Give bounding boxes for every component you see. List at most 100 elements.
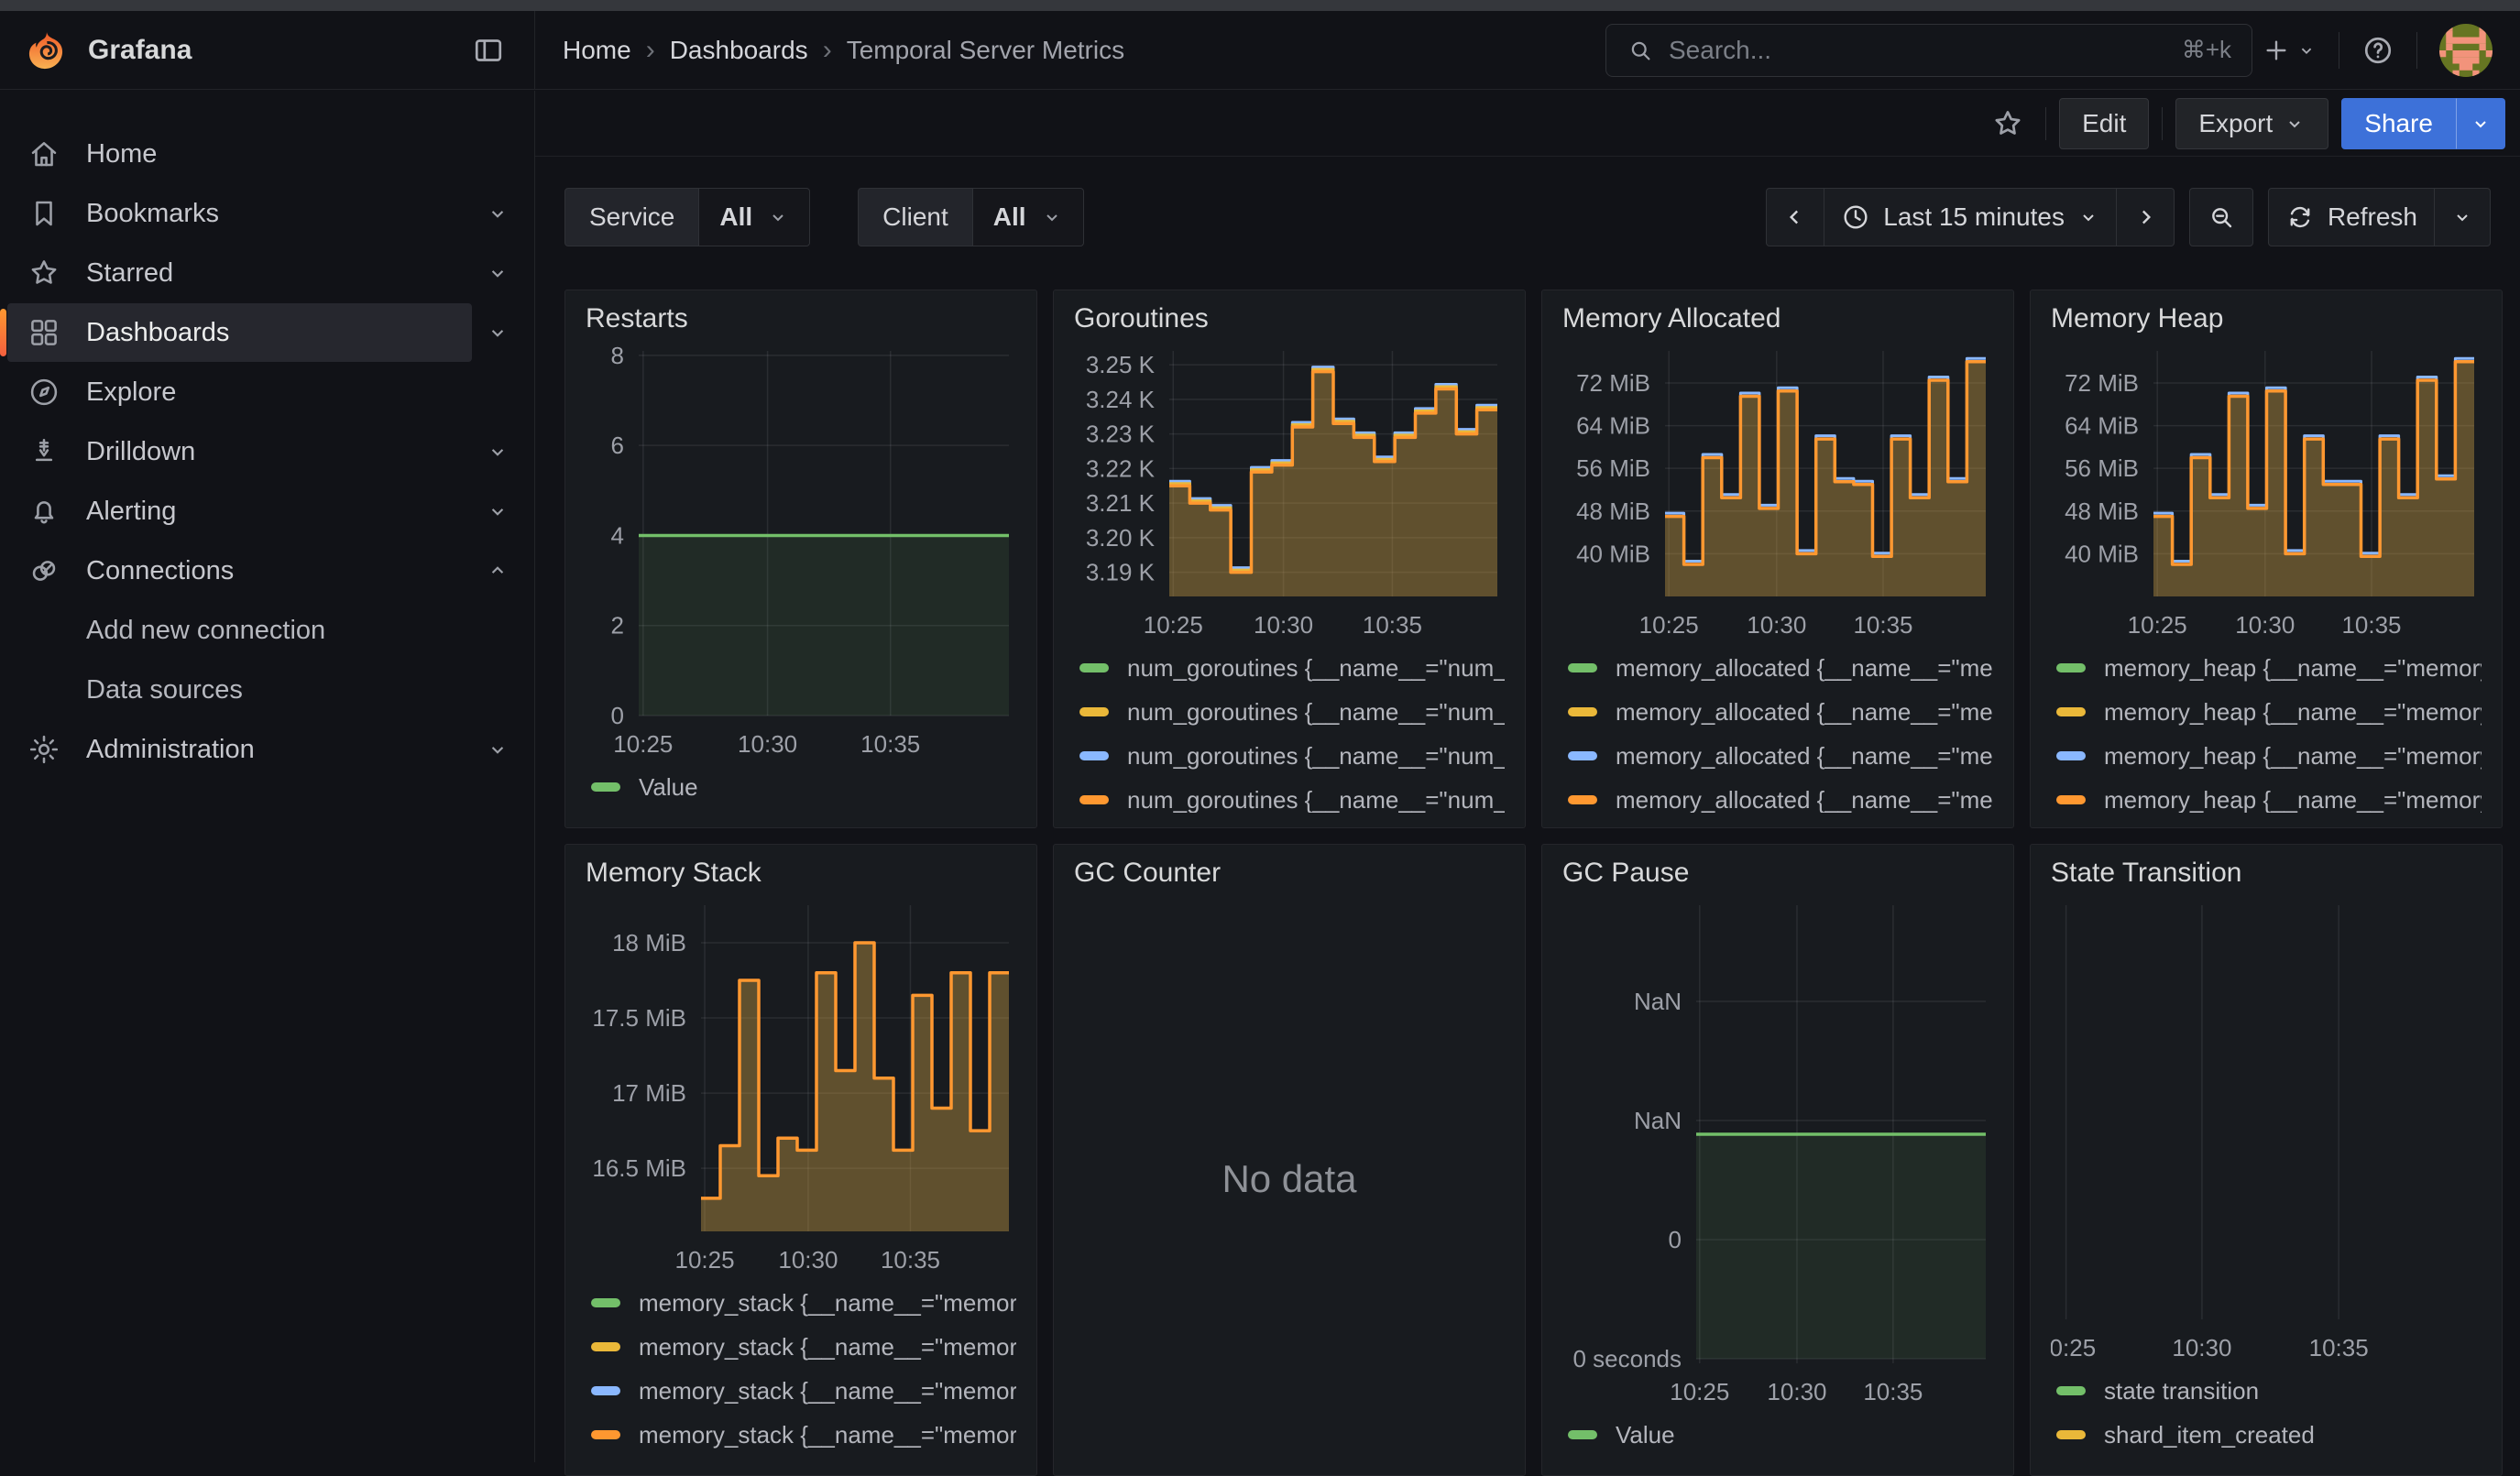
sidebar-subitem-data-sources[interactable]: Data sources — [7, 661, 523, 719]
panel-chart[interactable]: 10:2510:3010:35 — [2051, 898, 2482, 1367]
legend-label: shard_item_created — [2104, 1421, 2315, 1449]
legend-item[interactable]: memory_heap {__name__="memory_h — [2056, 694, 2482, 730]
refresh-button[interactable]: Refresh — [2268, 188, 2435, 246]
client-variable[interactable]: Client All — [858, 188, 1083, 246]
refresh-interval-button[interactable] — [2435, 188, 2491, 246]
user-avatar[interactable] — [2439, 24, 2493, 77]
svg-text:40 MiB: 40 MiB — [2065, 540, 2139, 567]
sidebar-expand-starred[interactable] — [472, 247, 523, 299]
panel-title[interactable]: GC Pause — [1562, 858, 1993, 898]
legend-item[interactable]: num_goroutines {__name__="num_go — [1079, 650, 1505, 686]
share-menu-button[interactable] — [2456, 98, 2505, 149]
breadcrumb-separator: › — [823, 35, 832, 66]
dock-icon — [472, 34, 505, 67]
legend-item[interactable]: memory_stack {__name__="memory_s — [591, 1328, 1016, 1365]
legend-color-swatch — [2056, 1430, 2086, 1439]
legend-item[interactable]: state transition — [2056, 1372, 2482, 1409]
legend-item[interactable]: memory_allocated {__name__="memo — [1568, 694, 1993, 730]
sidebar-item-bookmarks[interactable]: Bookmarks — [7, 184, 472, 243]
legend-item[interactable]: Value — [1568, 1416, 1993, 1453]
legend-label: memory_stack {__name__="memory_s — [639, 1289, 1016, 1317]
sidebar-item-starred[interactable]: Starred — [7, 244, 472, 302]
export-button[interactable]: Export — [2175, 98, 2328, 149]
legend-item[interactable]: memory_heap {__name__="memory_h — [2056, 650, 2482, 686]
sidebar-expand-alerting[interactable] — [472, 486, 523, 537]
edit-button[interactable]: Edit — [2059, 98, 2149, 149]
sidebar-item-administration[interactable]: Administration — [7, 720, 472, 779]
sidebar-subitem-add-new-connection[interactable]: Add new connection — [7, 601, 523, 660]
legend-item[interactable]: memory_stack {__name__="memory_s — [591, 1285, 1016, 1321]
sidebar-expand-drilldown[interactable] — [472, 426, 523, 477]
panel-chart[interactable]: 18 MiB17.5 MiB17 MiB16.5 MiB10:2510:3010… — [586, 898, 1016, 1279]
legend-item[interactable]: memory_allocated {__name__="memo — [1568, 782, 1993, 813]
panel-memory-allocated: Memory Allocated72 MiB64 MiB56 MiB48 MiB… — [1541, 290, 2014, 828]
time-shift-forward-button[interactable] — [2117, 188, 2175, 246]
breadcrumb-item[interactable]: Dashboards — [670, 36, 808, 65]
panel-legend: memory_allocated {__name__="memo memory_… — [1562, 650, 1993, 813]
panel-title[interactable]: Restarts — [586, 303, 1016, 344]
sidebar-expand-administration[interactable] — [472, 724, 523, 775]
panel-chart[interactable]: 8642010:2510:3010:35 — [586, 344, 1016, 763]
panel-title[interactable]: State Transition — [2051, 858, 2482, 898]
legend-item[interactable]: Value — [591, 769, 1016, 805]
dashboard-toolbar: Edit Export Share — [535, 91, 2520, 157]
legend-item[interactable]: memory_allocated {__name__="memo — [1568, 738, 1993, 774]
panel-legend: memory_stack {__name__="memory_s memory_… — [586, 1285, 1016, 1460]
svg-text:17.5 MiB: 17.5 MiB — [592, 1004, 686, 1032]
help-button[interactable] — [2352, 24, 2404, 77]
panel-chart[interactable]: 3.25 K3.24 K3.23 K3.22 K3.21 K3.20 K3.19… — [1074, 344, 1505, 644]
sidebar-item-home[interactable]: Home — [7, 125, 523, 183]
panel-title[interactable]: Memory Allocated — [1562, 303, 1993, 344]
svg-text:10:35: 10:35 — [1853, 611, 1912, 639]
legend-item[interactable]: memory_allocated {__name__="memo — [1568, 650, 1993, 686]
legend-color-swatch — [1568, 663, 1597, 672]
time-shift-back-button[interactable] — [1766, 188, 1824, 246]
legend-item[interactable]: memory_stack {__name__="memory_s — [591, 1372, 1016, 1409]
search-input[interactable] — [1669, 36, 2167, 65]
svg-text:10:35: 10:35 — [881, 1246, 940, 1274]
breadcrumb-item[interactable]: Home — [563, 36, 631, 65]
legend-item[interactable]: num_goroutines {__name__="num_go — [1079, 694, 1505, 730]
panel-title[interactable]: Goroutines — [1074, 303, 1505, 344]
legend-color-swatch — [2056, 1386, 2086, 1395]
zoom-out-button[interactable] — [2189, 188, 2253, 246]
panel-chart[interactable]: 72 MiB64 MiB56 MiB48 MiB40 MiB10:2510:30… — [1562, 344, 1993, 644]
panel-title[interactable]: Memory Stack — [586, 858, 1016, 898]
legend-item[interactable]: memory_heap {__name__="memory_h — [2056, 782, 2482, 813]
search-box[interactable]: ⌘+k — [1605, 24, 2252, 77]
sidebar-expand-connections[interactable] — [472, 545, 523, 596]
legend-item[interactable]: num_goroutines {__name__="num_go — [1079, 738, 1505, 774]
panel-title[interactable]: GC Counter — [1074, 858, 1505, 898]
service-variable-value[interactable]: All — [699, 188, 810, 246]
time-controls: Last 15 minutes Refresh — [1766, 188, 2491, 246]
panel-chart[interactable]: NaNNaN00 seconds10:2510:3010:35 — [1562, 898, 1993, 1411]
svg-text:3.21 K: 3.21 K — [1086, 489, 1156, 517]
sidebar-expand-bookmarks[interactable] — [472, 188, 523, 239]
share-button[interactable]: Share — [2341, 98, 2456, 149]
share-split-button: Share — [2341, 98, 2505, 149]
legend-item[interactable]: memory_heap {__name__="memory_h — [2056, 738, 2482, 774]
svg-text:0: 0 — [1669, 1226, 1682, 1253]
time-range-picker-button[interactable]: Last 15 minutes — [1824, 188, 2117, 246]
service-variable[interactable]: Service All — [564, 188, 810, 246]
sidebar-item-connections[interactable]: Connections — [7, 541, 472, 600]
sidebar-item-explore[interactable]: Explore — [7, 363, 523, 421]
sidebar-toggle-button[interactable] — [468, 30, 509, 71]
client-variable-value[interactable]: All — [973, 188, 1084, 246]
sidebar-item-alerting[interactable]: Alerting — [7, 482, 472, 541]
chart-svg: 3.25 K3.24 K3.23 K3.22 K3.21 K3.20 K3.19… — [1074, 344, 1505, 644]
favorite-star-button[interactable] — [1983, 99, 2032, 148]
service-variable-label: Service — [564, 188, 699, 246]
legend-item[interactable]: shard_item_created — [2056, 1416, 2482, 1453]
add-new-button[interactable] — [2252, 24, 2326, 77]
sidebar-item-label: Home — [86, 139, 157, 169]
sidebar-item-drilldown[interactable]: Drilldown — [7, 422, 472, 481]
panel-legend: state transition shard_item_created — [2051, 1372, 2482, 1460]
legend-item[interactable]: num_goroutines {__name__="num_go — [1079, 782, 1505, 813]
panel-chart[interactable]: 72 MiB64 MiB56 MiB48 MiB40 MiB10:2510:30… — [2051, 344, 2482, 644]
panel-title[interactable]: Memory Heap — [2051, 303, 2482, 344]
legend-item[interactable]: memory_stack {__name__="memory_s — [591, 1416, 1016, 1453]
sidebar-expand-dashboards[interactable] — [472, 307, 523, 358]
panel-restarts: Restarts8642010:2510:3010:35 Value — [564, 290, 1037, 828]
sidebar-item-dashboards[interactable]: Dashboards — [7, 303, 472, 362]
